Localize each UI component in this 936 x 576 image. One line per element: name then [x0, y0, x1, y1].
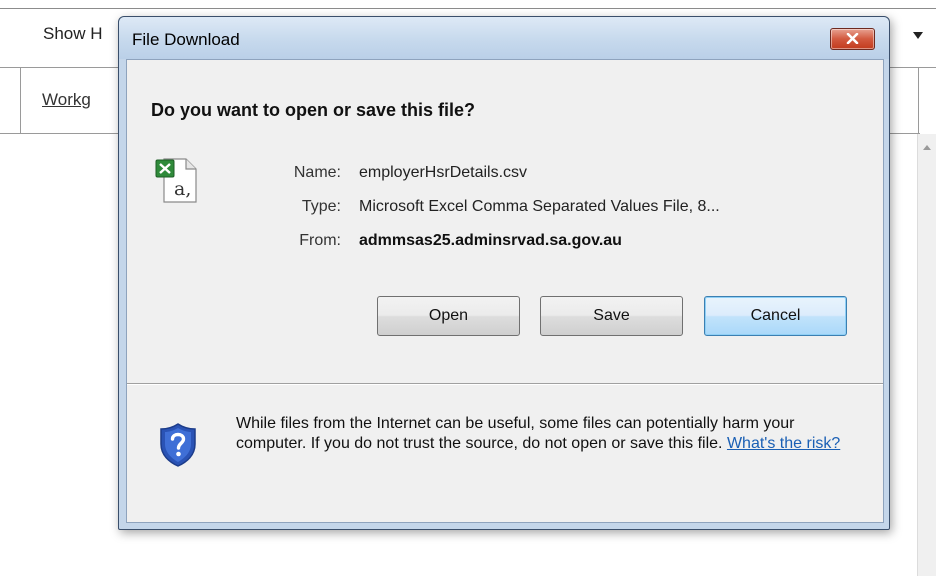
work-link[interactable]: Workg	[42, 90, 91, 110]
svg-text:a,: a,	[174, 178, 191, 200]
dropdown-arrow-icon[interactable]	[913, 32, 923, 39]
page-scrollbar[interactable]	[917, 134, 936, 576]
warning-text: While files from the Internet can be use…	[236, 415, 795, 452]
cancel-button[interactable]: Cancel	[704, 296, 847, 336]
close-icon	[846, 33, 859, 44]
file-source-value: admmsas25.adminsrvad.sa.gov.au	[359, 232, 622, 249]
open-button[interactable]: Open	[377, 296, 520, 336]
file-download-dialog: File Download Do you want to open or sav…	[118, 16, 890, 530]
security-shield-question-icon	[160, 423, 196, 467]
page-top-border	[0, 8, 936, 9]
show-dropdown-label[interactable]: Show H	[43, 24, 103, 44]
name-label: Name:	[293, 164, 341, 181]
whats-the-risk-link[interactable]: What's the risk?	[727, 435, 840, 452]
table-divider	[20, 68, 21, 133]
dialog-body: Do you want to open or save this file? a…	[126, 59, 884, 523]
file-type-value: Microsoft Excel Comma Separated Values F…	[359, 198, 720, 215]
dialog-title: File Download	[132, 30, 240, 49]
file-name-value: employerHsrDetails.csv	[359, 164, 528, 181]
dialog-titlebar[interactable]: File Download	[119, 17, 889, 59]
close-button[interactable]	[830, 28, 875, 50]
excel-csv-file-icon: a,	[155, 158, 197, 203]
section-divider-highlight	[127, 384, 883, 385]
scroll-up-icon[interactable]	[923, 145, 931, 150]
type-label: Type:	[301, 198, 341, 215]
dialog-heading: Do you want to open or save this file?	[151, 100, 476, 120]
table-divider	[918, 68, 919, 133]
security-warning: While files from the Internet can be use…	[236, 414, 856, 454]
save-button[interactable]: Save	[540, 296, 683, 336]
from-label: From:	[299, 232, 341, 249]
